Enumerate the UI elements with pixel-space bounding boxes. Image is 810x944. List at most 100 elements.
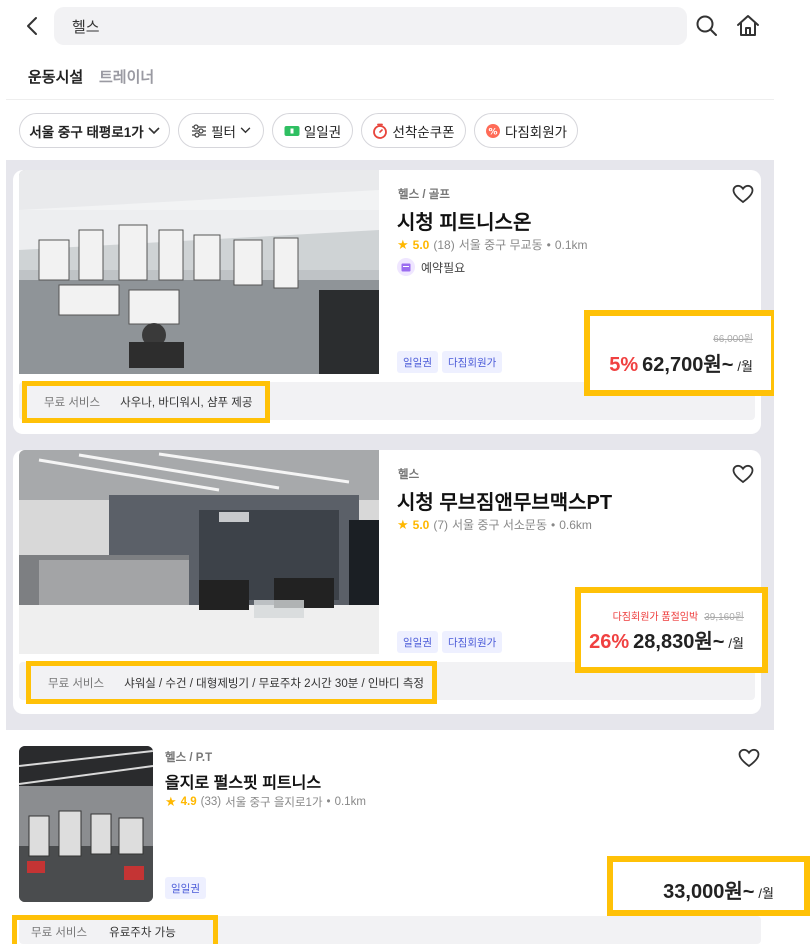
price: 28,830원~: [633, 631, 725, 653]
home-icon: [737, 15, 759, 36]
gym-photo: [19, 170, 379, 374]
day-pass-filter[interactable]: 일일권: [272, 113, 353, 148]
price-line: 26% 28,830원~ /월: [589, 625, 744, 654]
day-pass-label: 일일권: [303, 124, 342, 140]
location: 서울 중구 서소문동: [452, 518, 548, 532]
separator: •: [326, 796, 331, 808]
calendar-icon: [397, 258, 415, 276]
category: 헬스: [398, 469, 420, 481]
price-unit: /월: [728, 636, 744, 651]
separator: •: [546, 237, 551, 252]
discount-icon: %: [485, 123, 500, 138]
service-text: 샤워실 / 수건 / 대형제빙기 / 무료주차 2시간 30분 / 인바디 측정: [124, 677, 424, 690]
rating: 5.0: [412, 237, 430, 252]
original-price: 39,160원: [704, 612, 744, 623]
stopwatch-icon: [373, 123, 388, 139]
service-label: 무료 서비스: [48, 677, 105, 690]
category: 헬스 / 골프: [398, 189, 450, 201]
price-unit: /월: [737, 359, 753, 374]
price-highlight: 33,000원~ /월: [607, 856, 810, 916]
price: 33,000원~: [663, 881, 755, 903]
free-service: 무료 서비스 샤워실 / 수건 / 대형제빙기 / 무료주차 2시간 30분 /…: [26, 661, 437, 704]
gym-photo: [19, 746, 153, 902]
discount-rate: 5%: [609, 354, 639, 376]
chevron-down-icon: [148, 126, 160, 134]
tab-bar: 운동시설 트레이너: [6, 60, 774, 100]
ticket-icon: [284, 125, 300, 136]
location: 서울 중구 무교동: [458, 238, 543, 252]
tag-day-pass: 일일권: [165, 877, 206, 899]
coupon-filter[interactable]: 선착순쿠폰: [361, 113, 466, 148]
location: 서울 중구 을지로1가: [225, 797, 323, 809]
location-label: 서울 중구 태평로1가: [29, 124, 144, 140]
location-filter[interactable]: 서울 중구 태평로1가: [19, 113, 170, 148]
chevron-down-icon: [240, 127, 251, 134]
service-text: 유료주차 가능: [109, 927, 176, 939]
review-count: (7): [433, 517, 449, 532]
search-input[interactable]: 헬스: [54, 7, 687, 45]
separator: •: [551, 517, 556, 532]
distance: 0.6km: [559, 517, 592, 532]
star-icon: ★: [397, 236, 409, 252]
sliders-icon: [192, 123, 207, 138]
coupon-label: 선착순쿠폰: [392, 124, 455, 140]
heart-icon: [738, 748, 760, 768]
service-text: 사우나, 바디워시, 샴푸 제공: [120, 397, 253, 409]
gym-name[interactable]: 을지로 펄스핏 피트니스: [165, 769, 321, 793]
reservation-badge: 예약필요: [397, 258, 465, 276]
gym-name[interactable]: 시청 무브짐앤무브맥스PT: [397, 486, 612, 515]
filter-bar: 서울 중구 태평로1가 필터 일일권 선착순쿠폰 % 다짐회원가: [6, 108, 774, 158]
tag-day-pass: 일일권: [397, 631, 438, 653]
multi-pass-filter[interactable]: % 다짐회원가: [474, 113, 578, 148]
distance: 0.1km: [554, 237, 588, 252]
home-button[interactable]: [734, 12, 762, 40]
free-service: 무료 서비스 유료주차 가능: [12, 915, 218, 944]
tab-trainers[interactable]: 트레이너: [99, 66, 154, 87]
rating-location: ★ 5.0 (7) 서울 중구 서소문동 • 0.6km: [397, 516, 592, 533]
filter-button[interactable]: 필터: [178, 113, 264, 148]
favorite-button[interactable]: [731, 182, 755, 206]
original-price: 66,000원: [713, 334, 753, 345]
category: 헬스 / P.T: [165, 752, 213, 764]
service-label: 무료 서비스: [31, 927, 88, 939]
star-icon: ★: [397, 516, 409, 532]
free-service: 무료 서비스 사우나, 바디워시, 샴푸 제공: [22, 381, 270, 423]
star-icon: ★: [165, 794, 177, 809]
review-count: (18): [433, 237, 455, 252]
price-line: 5% 62,700원~ /월: [609, 348, 753, 377]
rating-location: ★ 5.0 (18) 서울 중구 무교동 • 0.1km: [397, 236, 588, 253]
header: 헬스: [6, 0, 774, 52]
price-notice: 다짐회원가 품절임박 39,160원: [613, 608, 744, 623]
price-highlight: 66,000원 5% 62,700원~ /월: [584, 310, 774, 396]
search-icon: [696, 15, 717, 36]
back-button[interactable]: [20, 12, 44, 40]
distance: 0.1km: [334, 796, 366, 808]
price-highlight: 다짐회원가 품절임박 39,160원 26% 28,830원~ /월: [575, 587, 768, 673]
discount-rate: 26%: [589, 631, 630, 653]
multi-pass-label: 다짐회원가: [504, 124, 568, 140]
service-label: 무료 서비스: [44, 397, 101, 409]
gym-photo: [19, 450, 379, 654]
heart-icon: [732, 184, 754, 204]
tag-multi-pass: 다짐회원가: [442, 351, 503, 373]
rating: 5.0: [412, 517, 430, 532]
search-button[interactable]: [694, 13, 720, 39]
filter-label: 필터: [211, 124, 236, 140]
rating-location: ★ 4.9 (33) 서울 중구 을지로1가 • 0.1km: [165, 794, 366, 810]
svg-text:%: %: [488, 127, 497, 137]
search-query: 헬스: [72, 18, 100, 36]
price-line: 33,000원~ /월: [663, 875, 774, 904]
heart-icon: [732, 464, 754, 484]
sold-out-notice: 다짐회원가 품절임박: [612, 612, 699, 623]
app: 헬스 운동시설 트레이너 서울 중구 태평로1가 필터 일일권 선착순쿠폰 % …: [6, 0, 774, 944]
gym-name[interactable]: 시청 피트니스온: [397, 206, 531, 235]
price: 62,700원~: [642, 354, 734, 376]
price-unit: /월: [758, 886, 774, 901]
review-count: (33): [200, 796, 222, 808]
chevron-left-icon: [27, 17, 37, 35]
reservation-label: 예약필요: [421, 260, 466, 275]
favorite-button[interactable]: [737, 746, 761, 770]
tab-facilities[interactable]: 운동시설: [28, 66, 83, 87]
rating: 4.9: [180, 796, 197, 808]
favorite-button[interactable]: [731, 462, 755, 486]
